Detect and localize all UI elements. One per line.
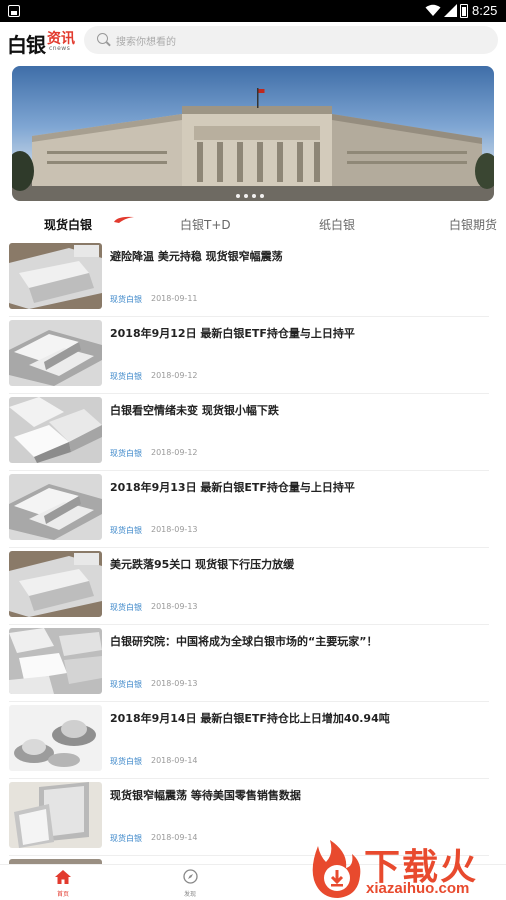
news-thumbnail xyxy=(9,628,102,694)
news-thumbnail xyxy=(9,782,102,848)
news-date: 2018-09-14 xyxy=(151,833,198,842)
signal-icon xyxy=(444,4,457,17)
category-tabs: 现货白银 白银T+D 纸白银 白银期货 xyxy=(0,210,506,238)
search-placeholder: 搜索你想看的 xyxy=(116,37,176,48)
news-category-tag[interactable]: 现货白银 xyxy=(110,525,142,536)
news-date: 2018-09-13 xyxy=(151,525,198,534)
news-title: 白银研究院：中国将成为全球白银市场的“主要玩家”！ xyxy=(110,635,378,648)
banner-image xyxy=(12,88,494,201)
watermark-text-en: xiazaihuo.com xyxy=(366,880,470,897)
news-category-tag[interactable]: 现货白银 xyxy=(110,679,142,690)
news-thumbnail xyxy=(9,320,102,386)
news-item[interactable]: 2018年9月13日 最新白银ETF持仓量与上日持平 现货白银 2018-09-… xyxy=(9,471,489,548)
news-date: 2018-09-14 xyxy=(151,756,198,765)
nav-discover[interactable]: 发现 xyxy=(170,869,210,898)
search-icon xyxy=(97,33,108,44)
news-date: 2018-09-11 xyxy=(151,294,198,303)
nav-discover-label: 发现 xyxy=(183,891,196,898)
news-item[interactable]: 白银研究院：中国将成为全球白银市场的“主要玩家”！ 现货白银 2018-09-1… xyxy=(9,625,489,702)
logo-main-text: 白银 xyxy=(7,33,46,57)
compass-icon xyxy=(182,869,198,884)
tab-silver-futures[interactable]: 白银期货 xyxy=(449,216,497,233)
tab-spot-silver[interactable]: 现货白银 xyxy=(44,216,92,233)
news-category-tag[interactable]: 现货白银 xyxy=(110,756,142,767)
news-date: 2018-09-12 xyxy=(151,371,198,380)
news-title: 白银看空情绪未变 现货银小幅下跌 xyxy=(110,404,279,417)
tab-silver-td[interactable]: 白银T+D xyxy=(180,216,231,233)
news-category-tag[interactable]: 现货白银 xyxy=(110,294,142,305)
news-title: 2018年9月13日 最新白银ETF持仓量与上日持平 xyxy=(110,481,355,494)
pagination-dot xyxy=(252,194,256,198)
news-thumbnail xyxy=(9,551,102,617)
pagination-dot xyxy=(236,194,240,198)
news-date: 2018-09-12 xyxy=(151,448,198,457)
pagination-dot xyxy=(260,194,264,198)
status-bar: 8:25 xyxy=(0,0,506,22)
wifi-icon xyxy=(425,4,441,16)
news-thumbnail xyxy=(9,705,102,771)
watermark: 下载火 xiazaihuo.com xyxy=(300,836,506,900)
news-item[interactable]: 白银看空情绪未变 现货银小幅下跌 现货白银 2018-09-12 xyxy=(9,394,489,471)
news-thumbnail xyxy=(9,243,102,309)
news-item[interactable]: 避险降温 美元持稳 现货银窄幅震荡 现货白银 2018-09-11 xyxy=(9,240,489,317)
fire-logo-icon xyxy=(312,840,361,898)
logo-sub-text: cnews xyxy=(49,45,71,52)
nav-home-label: 首页 xyxy=(56,891,69,898)
tab-paper-silver[interactable]: 纸白银 xyxy=(319,216,355,233)
news-item[interactable]: 2018年9月12日 最新白银ETF持仓量与上日持平 现货白银 2018-09-… xyxy=(9,317,489,394)
news-category-tag[interactable]: 现货白银 xyxy=(110,602,142,613)
news-category-tag[interactable]: 现货白银 xyxy=(110,448,142,459)
news-title: 美元跌落95关口 现货银下行压力放缓 xyxy=(110,558,295,571)
news-date: 2018-09-13 xyxy=(151,679,198,688)
news-thumbnail xyxy=(9,397,102,463)
news-thumbnail xyxy=(9,474,102,540)
news-title: 2018年9月12日 最新白银ETF持仓量与上日持平 xyxy=(110,327,355,340)
news-date: 2018-09-13 xyxy=(151,602,198,611)
battery-icon xyxy=(460,4,468,18)
news-title: 避险降温 美元持稳 现货银窄幅震荡 xyxy=(110,250,283,263)
search-bar[interactable]: 搜索你想看的 xyxy=(84,26,498,54)
gallery-notification-icon xyxy=(8,5,20,17)
pagination-dot xyxy=(244,194,248,198)
app-header: 白银 资讯 cnews 搜索你想看的 xyxy=(0,22,506,60)
banner-carousel[interactable] xyxy=(12,66,494,201)
nav-home[interactable]: 首页 xyxy=(43,869,83,898)
tab-indicator-icon xyxy=(114,216,134,223)
news-item[interactable]: 2018年9月14日 最新白银ETF持仓比上日增加40.94吨 现货白银 201… xyxy=(9,702,489,779)
banner-pagination xyxy=(236,183,270,198)
news-title: 现货银窄幅震荡 等待美国零售销售数据 xyxy=(110,789,301,802)
news-title: 2018年9月14日 最新白银ETF持仓比上日增加40.94吨 xyxy=(110,712,390,725)
clock: 8:25 xyxy=(472,3,498,18)
home-icon xyxy=(55,870,71,884)
news-item[interactable]: 美元跌落95关口 现货银下行压力放缓 现货白银 2018-09-13 xyxy=(9,548,489,625)
news-category-tag[interactable]: 现货白银 xyxy=(110,833,142,844)
news-category-tag[interactable]: 现货白银 xyxy=(110,371,142,382)
